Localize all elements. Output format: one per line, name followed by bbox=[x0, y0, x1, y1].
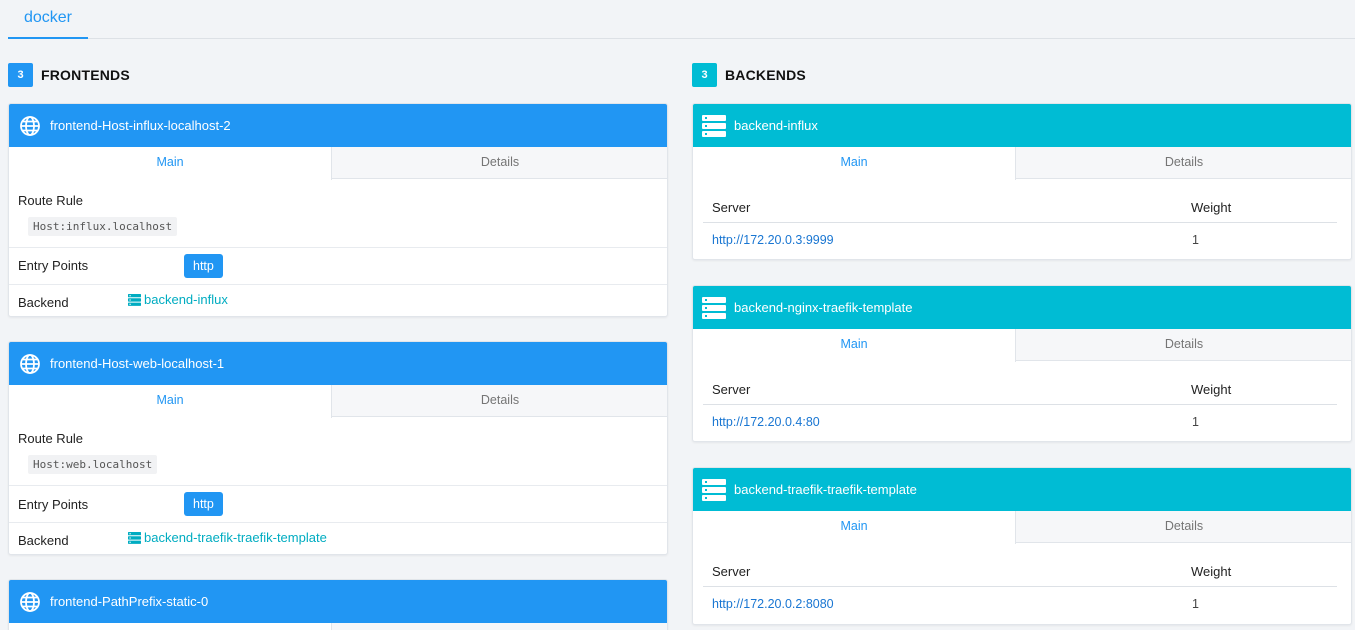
frontend-card: frontend-PathPrefix-static-0 bbox=[8, 579, 668, 630]
tab-main[interactable]: Main bbox=[9, 385, 332, 418]
globe-icon bbox=[18, 352, 42, 376]
backend-name: backend-traefik-traefik-template bbox=[734, 482, 917, 497]
globe-icon bbox=[18, 114, 42, 138]
backend-card-header[interactable]: backend-traefik-traefik-template bbox=[693, 468, 1351, 511]
tab-details[interactable] bbox=[332, 623, 667, 630]
server-url-link[interactable]: http://172.20.0.4:80 bbox=[712, 415, 820, 429]
entry-points-row: Entry Points http bbox=[9, 486, 667, 523]
backends-header: 3 BACKENDS bbox=[692, 63, 806, 87]
backend-link[interactable]: backend-traefik-traefik-template bbox=[128, 530, 327, 545]
backend-card: backend-nginx-traefik-template Main Deta… bbox=[692, 285, 1352, 442]
backend-link-text: backend-influx bbox=[144, 292, 228, 307]
route-rule-row: Route Rule Host:influx.localhost bbox=[9, 179, 667, 248]
frontend-tabs: Main Details bbox=[9, 147, 667, 180]
servers-table-header: Server Weight bbox=[703, 188, 1337, 223]
tab-details[interactable]: Details bbox=[332, 385, 667, 417]
backend-card-header[interactable]: backend-nginx-traefik-template bbox=[693, 286, 1351, 329]
server-icon bbox=[702, 478, 726, 502]
route-rule-value: Host:influx.localhost bbox=[28, 217, 178, 236]
frontend-name: frontend-PathPrefix-static-0 bbox=[50, 594, 209, 609]
frontend-name: frontend-Host-web-localhost-1 bbox=[50, 356, 225, 371]
frontend-card-header[interactable]: frontend-Host-web-localhost-1 bbox=[9, 342, 667, 385]
server-url-link[interactable]: http://172.20.0.3:9999 bbox=[712, 233, 834, 247]
server-column-header: Server bbox=[712, 200, 751, 215]
backend-tabs: Main Details bbox=[693, 511, 1351, 544]
frontend-name: frontend-Host-influx-localhost-2 bbox=[50, 118, 231, 133]
frontend-card-header[interactable]: frontend-Host-influx-localhost-2 bbox=[9, 104, 667, 147]
weight-column-header: Weight bbox=[1191, 382, 1232, 397]
frontend-tabs bbox=[9, 623, 667, 630]
entry-points-label: Entry Points bbox=[18, 497, 89, 512]
server-icon bbox=[128, 293, 141, 306]
tab-main[interactable]: Main bbox=[693, 329, 1016, 362]
backend-label: Backend bbox=[18, 295, 69, 310]
backend-link[interactable]: backend-influx bbox=[128, 292, 228, 307]
frontends-header: 3 FRONTENDS bbox=[8, 63, 130, 87]
entry-points-row: Entry Points http bbox=[9, 248, 667, 285]
backend-card: backend-influx Main Details Server Weigh… bbox=[692, 103, 1352, 260]
server-weight: 1 bbox=[1192, 415, 1199, 429]
tab-main[interactable]: Main bbox=[9, 147, 332, 180]
entry-points-label: Entry Points bbox=[18, 258, 89, 273]
frontends-title: FRONTENDS bbox=[41, 67, 130, 83]
servers-table-header: Server Weight bbox=[703, 552, 1337, 587]
frontend-tabs: Main Details bbox=[9, 385, 667, 418]
tab-details[interactable]: Details bbox=[1016, 147, 1351, 179]
server-column-header: Server bbox=[712, 564, 751, 579]
backends-count-badge: 3 bbox=[692, 63, 717, 87]
entry-point-badge[interactable]: http bbox=[184, 254, 223, 278]
weight-column-header: Weight bbox=[1191, 564, 1232, 579]
tab-main[interactable] bbox=[9, 623, 332, 630]
server-icon bbox=[702, 296, 726, 320]
tab-main[interactable]: Main bbox=[693, 147, 1016, 180]
backend-name: backend-nginx-traefik-template bbox=[734, 300, 913, 315]
servers-table: Server Weight http://172.20.0.2:8080 1 bbox=[703, 552, 1337, 622]
route-rule-label: Route Rule bbox=[18, 431, 84, 446]
backend-card-header[interactable]: backend-influx bbox=[693, 104, 1351, 147]
provider-tabbar: docker bbox=[8, 0, 1355, 39]
tab-main[interactable]: Main bbox=[693, 511, 1016, 544]
tab-details[interactable]: Details bbox=[1016, 511, 1351, 543]
table-row: http://172.20.0.4:80 1 bbox=[703, 405, 1337, 440]
servers-table-header: Server Weight bbox=[703, 370, 1337, 405]
servers-table: Server Weight http://172.20.0.3:9999 1 bbox=[703, 188, 1337, 258]
server-icon bbox=[702, 114, 726, 138]
frontend-card: frontend-Host-influx-localhost-2 Main De… bbox=[8, 103, 668, 317]
globe-icon bbox=[18, 590, 42, 614]
backend-name: backend-influx bbox=[734, 118, 818, 133]
backend-row: Backend backend-influx bbox=[9, 285, 667, 316]
frontend-card-header[interactable]: frontend-PathPrefix-static-0 bbox=[9, 580, 667, 623]
tab-docker[interactable]: docker bbox=[8, 0, 88, 39]
server-column-header: Server bbox=[712, 382, 751, 397]
route-rule-row: Route Rule Host:web.localhost bbox=[9, 417, 667, 486]
backend-label: Backend bbox=[18, 533, 69, 548]
route-rule-value: Host:web.localhost bbox=[28, 455, 158, 474]
server-weight: 1 bbox=[1192, 233, 1199, 247]
backend-card: backend-traefik-traefik-template Main De… bbox=[692, 467, 1352, 625]
backend-tabs: Main Details bbox=[693, 329, 1351, 362]
frontend-card: frontend-Host-web-localhost-1 Main Detai… bbox=[8, 341, 668, 555]
table-row: http://172.20.0.2:8080 1 bbox=[703, 587, 1337, 622]
table-row: http://172.20.0.3:9999 1 bbox=[703, 223, 1337, 258]
route-rule-label: Route Rule bbox=[18, 193, 84, 208]
entry-point-badge[interactable]: http bbox=[184, 492, 223, 516]
backend-row: Backend backend-traefik-traefik-template bbox=[9, 523, 667, 554]
backend-link-text: backend-traefik-traefik-template bbox=[144, 530, 327, 545]
server-url-link[interactable]: http://172.20.0.2:8080 bbox=[712, 597, 834, 611]
backend-tabs: Main Details bbox=[693, 147, 1351, 180]
frontends-count-badge: 3 bbox=[8, 63, 33, 87]
tab-details[interactable]: Details bbox=[1016, 329, 1351, 361]
tab-details[interactable]: Details bbox=[332, 147, 667, 179]
weight-column-header: Weight bbox=[1191, 200, 1232, 215]
server-weight: 1 bbox=[1192, 597, 1199, 611]
server-icon bbox=[128, 531, 141, 544]
servers-table: Server Weight http://172.20.0.4:80 1 bbox=[703, 370, 1337, 440]
backends-title: BACKENDS bbox=[725, 67, 806, 83]
